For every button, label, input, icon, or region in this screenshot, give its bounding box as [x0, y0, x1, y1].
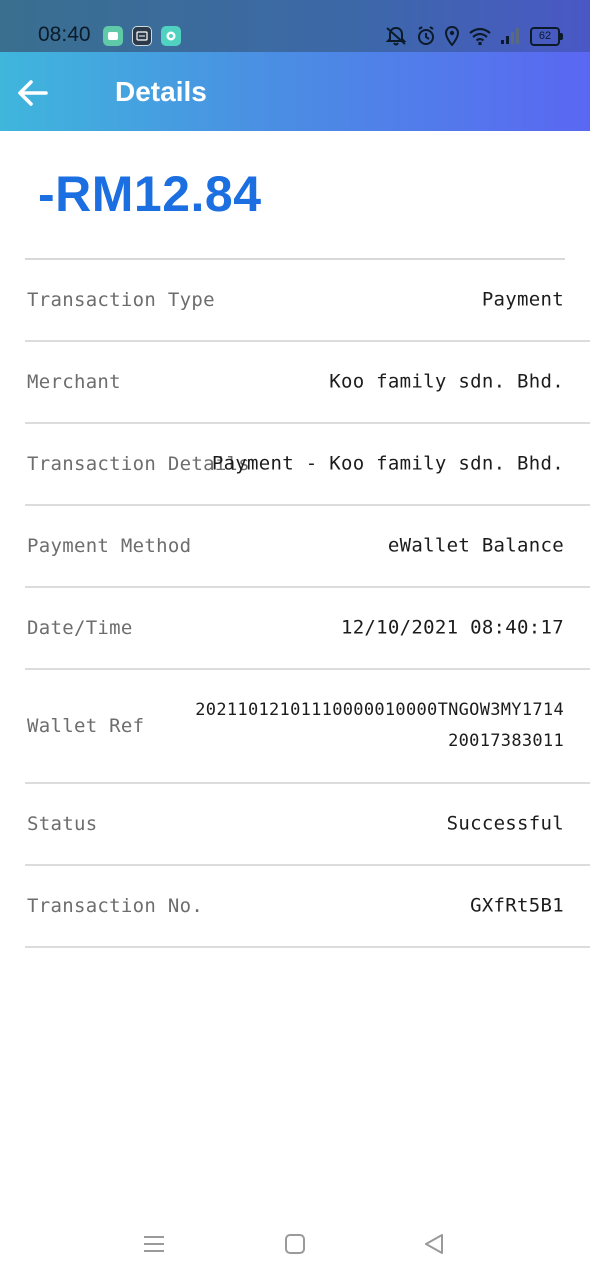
menu-button[interactable]: [140, 1230, 168, 1258]
app-notification-icon: [103, 26, 123, 46]
system-back-button[interactable]: [420, 1230, 448, 1258]
home-icon: [285, 1234, 305, 1254]
detail-row-transaction-no: Transaction No. GXfRt5B1: [25, 866, 590, 948]
detail-row-transaction-details: Transaction Details Payment - Koo family…: [25, 424, 590, 506]
detail-label: Transaction No.: [27, 895, 204, 917]
detail-value: Koo family sdn. Bhd.: [329, 370, 564, 393]
detail-label: Date/Time: [27, 617, 133, 639]
transaction-amount: -RM12.84: [38, 166, 262, 222]
detail-row-transaction-type: Transaction Type Payment: [25, 260, 590, 342]
detail-value: Payment: [481, 288, 564, 311]
detail-label: Wallet Ref: [27, 715, 145, 737]
detail-row-status: Status Successful: [25, 784, 590, 866]
detail-value: GXfRt5B1: [470, 894, 564, 917]
alarm-icon: [416, 26, 436, 46]
status-bar: 08:40 62: [0, 0, 590, 52]
app-notification-icon: [161, 26, 181, 46]
status-time: 08:40: [38, 23, 91, 46]
app-header: 08:40 62 Details: [0, 0, 590, 131]
location-icon: [444, 26, 460, 46]
back-button[interactable]: [14, 74, 52, 112]
app-notification-icon: [132, 26, 152, 46]
system-nav-bar: [0, 1212, 590, 1278]
details-list: Transaction Type Payment Merchant Koo fa…: [25, 260, 590, 948]
home-button[interactable]: [281, 1230, 309, 1258]
detail-value: 12/10/2021 08:40:17: [340, 616, 564, 639]
menu-icon: [144, 1236, 164, 1252]
detail-label: Merchant: [27, 371, 121, 393]
status-icons: 62: [384, 25, 563, 47]
page-title: Details: [115, 76, 207, 107]
detail-row-wallet-ref: Wallet Ref 20211012101110000010000TNGOW3…: [25, 670, 590, 784]
detail-value: Payment - Koo family sdn. Bhd.: [211, 452, 564, 475]
detail-label: Payment Method: [27, 535, 192, 557]
detail-row-date-time: Date/Time 12/10/2021 08:40:17: [25, 588, 590, 670]
detail-value: 20211012101110000010000TNGOW3MY1714 2001…: [195, 700, 564, 751]
mute-icon: [384, 25, 408, 47]
detail-label: Transaction Type: [27, 289, 215, 311]
detail-value: Successful: [446, 812, 564, 835]
battery-icon: 62: [530, 26, 563, 46]
arrow-left-icon: [18, 80, 48, 106]
back-icon: [425, 1234, 443, 1254]
wifi-icon: [468, 26, 492, 46]
signal-icon: [500, 27, 522, 45]
detail-row-payment-method: Payment Method eWallet Balance: [25, 506, 590, 588]
detail-value: eWallet Balance: [387, 534, 564, 557]
detail-row-merchant: Merchant Koo family sdn. Bhd.: [25, 342, 590, 424]
detail-label: Status: [27, 813, 98, 835]
